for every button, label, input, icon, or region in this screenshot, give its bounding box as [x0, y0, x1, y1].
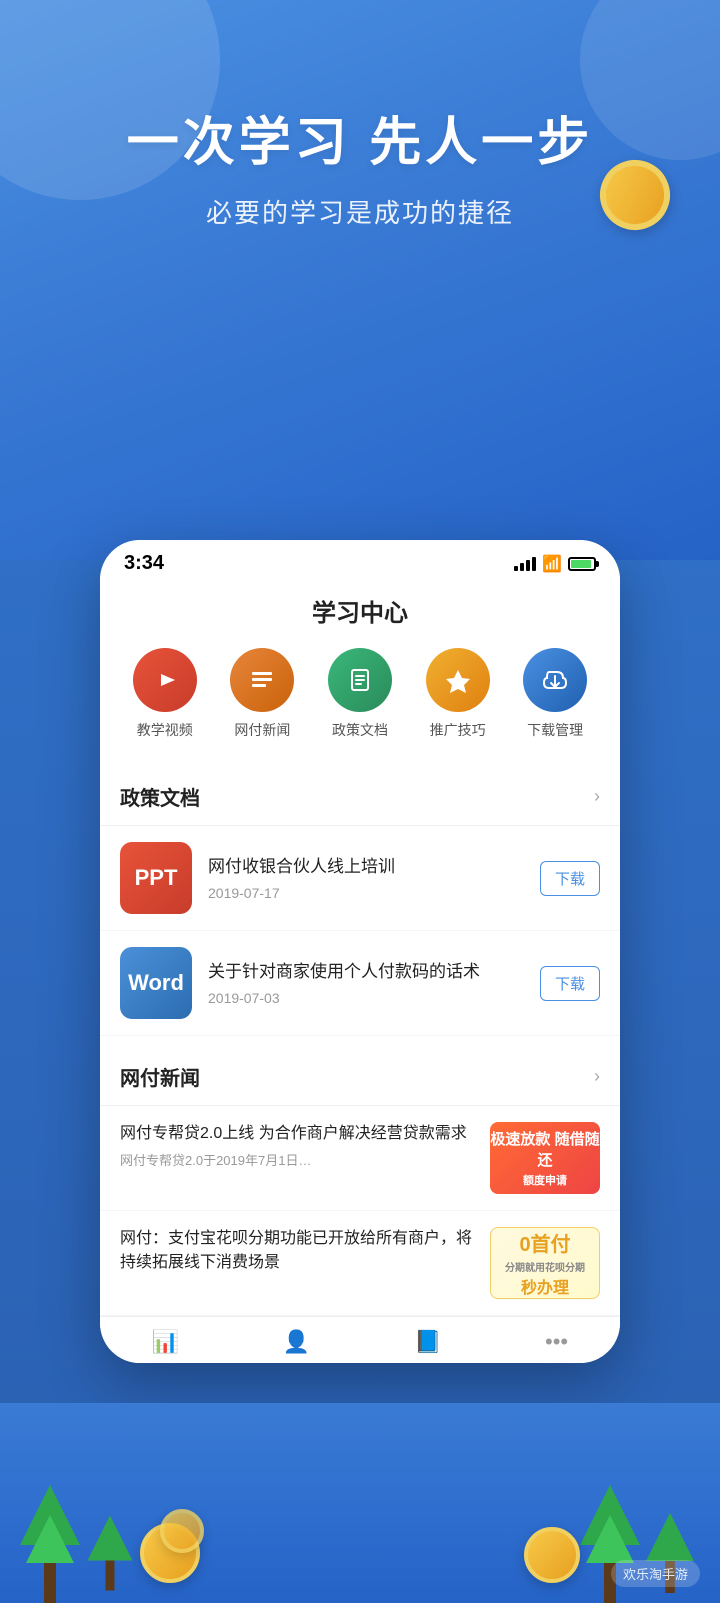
news-section: 网付新闻 › 网付专帮贷2.0上线 为合作商户解决经营贷款需求 网付专帮贷2.0…	[100, 1048, 620, 1316]
policy-section-header[interactable]: 政策文档 ›	[100, 768, 620, 826]
nav-book-icon: 📘	[414, 1329, 441, 1355]
nav-user-icon: 👤	[283, 1329, 310, 1355]
doc-date-word: 2019-07-03	[208, 990, 524, 1006]
news-section-title: 网付新闻	[120, 1062, 200, 1091]
icon-policy[interactable]: 政策文档	[328, 648, 392, 740]
doc-date-ppt: 2019-07-17	[208, 885, 524, 901]
policy-label: 政策文档	[332, 720, 388, 740]
icon-download[interactable]: 下载管理	[523, 648, 587, 740]
coin-bottom-left-2	[160, 1509, 204, 1553]
wifi-icon: 📶	[542, 554, 562, 574]
status-bar: 3:34 📶	[100, 540, 620, 583]
news-banner-1: 极速放款 随借随还 额度申请	[490, 1122, 600, 1194]
bottom-nav: 📊 👤 📘 •••	[100, 1316, 620, 1363]
news-text-2: 网付：支付宝花呗分期功能已开放给所有商户，将持续拓展线下消费场景	[120, 1227, 476, 1281]
nav-item-user[interactable]: 👤	[283, 1329, 310, 1355]
tips-label: 推广技巧	[430, 720, 486, 740]
coin-decoration	[600, 160, 700, 240]
news-title-2: 网付：支付宝花呗分期功能已开放给所有商户，将持续拓展线下消费场景	[120, 1227, 476, 1275]
nav-home-icon: 📊	[152, 1329, 179, 1355]
news-item-1[interactable]: 网付专帮贷2.0上线 为合作商户解决经营贷款需求 网付专帮贷2.0于2019年7…	[100, 1106, 620, 1211]
teaching-video-label: 教学视频	[137, 720, 193, 740]
nav-item-home[interactable]: 📊	[152, 1329, 179, 1355]
doc-item-word[interactable]: Word 关于针对商家使用个人付款码的话术 2019-07-03 下载	[100, 931, 620, 1036]
nav-more-icon: •••	[545, 1329, 568, 1355]
phone-mockup: 3:34 📶 学习中心	[100, 540, 620, 1363]
word-icon: Word	[120, 947, 192, 1019]
news-icon	[230, 648, 294, 712]
teaching-video-icon	[133, 648, 197, 712]
hero-section: 一次学习 先人一步 必要的学习是成功的捷径	[0, 0, 720, 560]
icon-news[interactable]: 网付新闻	[230, 648, 294, 740]
status-icons: 📶	[514, 554, 596, 574]
doc-info-word: 关于针对商家使用个人付款码的话术 2019-07-03	[208, 960, 524, 1006]
news-banner-2-sub: 分期就用花呗分期	[505, 1259, 585, 1274]
coin-shape	[590, 150, 680, 240]
nav-item-more[interactable]: •••	[545, 1329, 568, 1355]
policy-section-title: 政策文档	[120, 782, 200, 811]
signal-icon	[514, 557, 536, 571]
battery-icon	[568, 557, 596, 571]
download-manage-label: 下载管理	[527, 720, 583, 740]
policy-section: 政策文档 › PPT 网付收银合伙人线上培训 2019-07-17 下载	[100, 768, 620, 1036]
icon-grid: 教学视频 网付新闻	[100, 644, 620, 756]
app-title: 学习中心	[100, 583, 620, 644]
doc-title-ppt: 网付收银合伙人线上培训	[208, 855, 524, 879]
news-subtitle-1: 网付专帮贷2.0于2019年7月1日…	[120, 1152, 476, 1170]
policy-icon	[328, 648, 392, 712]
doc-info-ppt: 网付收银合伙人线上培训 2019-07-17	[208, 855, 524, 901]
news-banner-2-sub2: 秒办理	[521, 1274, 569, 1298]
download-btn-ppt[interactable]: 下载	[540, 861, 600, 896]
news-banner-2: 0首付 分期就用花呗分期 秒办理	[490, 1227, 600, 1299]
coin-bottom-right	[524, 1527, 580, 1583]
tree-1	[20, 1485, 80, 1603]
news-title-1: 网付专帮贷2.0上线 为合作商户解决经营贷款需求	[120, 1122, 476, 1146]
page-wrapper: 一次学习 先人一步 必要的学习是成功的捷径 3:34 📶	[0, 0, 720, 1603]
bottom-scene: 欢乐淘手游	[0, 1403, 720, 1603]
news-banner-1-main: 极速放款 随借随还	[490, 1128, 600, 1170]
ppt-icon: PPT	[120, 842, 192, 914]
watermark: 欢乐淘手游	[611, 1560, 700, 1587]
download-btn-word[interactable]: 下载	[540, 966, 600, 1001]
news-section-arrow: ›	[594, 1066, 600, 1087]
download-icon	[523, 648, 587, 712]
phone-mockup-wrapper: 3:34 📶 学习中心	[0, 540, 720, 1403]
news-label: 网付新闻	[234, 720, 290, 740]
doc-item-ppt[interactable]: PPT 网付收银合伙人线上培训 2019-07-17 下载	[100, 826, 620, 931]
news-banner-2-main: 0首付	[519, 1228, 570, 1257]
policy-section-arrow: ›	[594, 786, 600, 807]
icon-tips[interactable]: 推广技巧	[426, 648, 490, 740]
status-time: 3:34	[124, 552, 164, 575]
news-section-header[interactable]: 网付新闻 ›	[100, 1048, 620, 1106]
news-item-2[interactable]: 网付：支付宝花呗分期功能已开放给所有商户，将持续拓展线下消费场景 0首付 分期就…	[100, 1211, 620, 1316]
icon-teaching-video[interactable]: 教学视频	[133, 648, 197, 740]
tips-icon	[426, 648, 490, 712]
doc-title-word: 关于针对商家使用个人付款码的话术	[208, 960, 524, 984]
nav-item-book[interactable]: 📘	[414, 1329, 441, 1355]
tree-2	[88, 1516, 133, 1591]
news-text-1: 网付专帮贷2.0上线 为合作商户解决经营贷款需求 网付专帮贷2.0于2019年7…	[120, 1122, 476, 1170]
news-banner-1-sub: 额度申请	[523, 1172, 567, 1188]
